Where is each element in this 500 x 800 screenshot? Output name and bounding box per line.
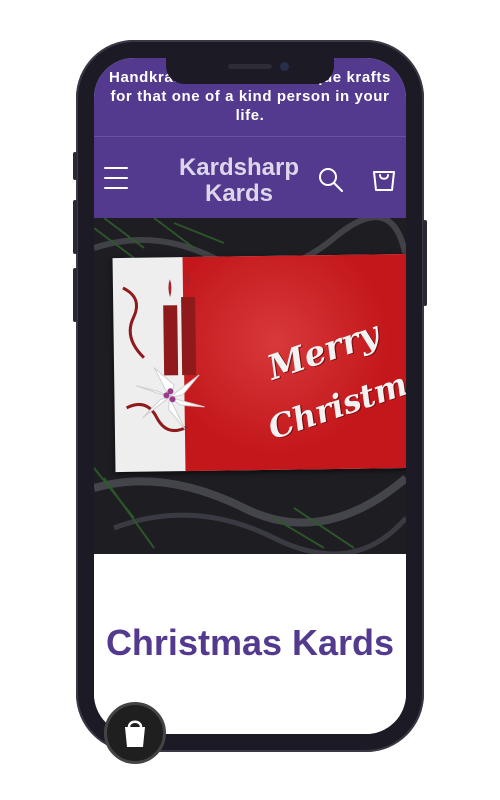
store-logo[interactable]: Kardsharp Kards (164, 155, 314, 207)
phone-notch (166, 58, 334, 84)
cart-button[interactable] (370, 165, 398, 193)
search-button[interactable] (318, 167, 344, 193)
phone-screen: Handkrafted kards and unique krafts for … (94, 58, 406, 734)
shop-app-badge[interactable] (104, 702, 166, 764)
cart-icon (373, 171, 395, 191)
shop-bag-icon (125, 720, 145, 747)
menu-button[interactable] (104, 167, 130, 189)
hero-image: Merry Christmas (94, 218, 406, 554)
poinsettia-candles-decoration (122, 271, 205, 433)
christmas-card-image: Merry Christmas (112, 253, 406, 473)
collection-title: Christmas Kards (105, 622, 395, 663)
phone-mute-switch (73, 152, 77, 180)
phone-power-button (423, 220, 427, 306)
front-camera (280, 62, 289, 71)
phone-volume-down (73, 268, 77, 322)
search-icon (319, 168, 343, 192)
speaker-grille (228, 64, 272, 69)
phone-volume-up (73, 200, 77, 254)
site-header: Kardsharp Kards (94, 136, 406, 218)
